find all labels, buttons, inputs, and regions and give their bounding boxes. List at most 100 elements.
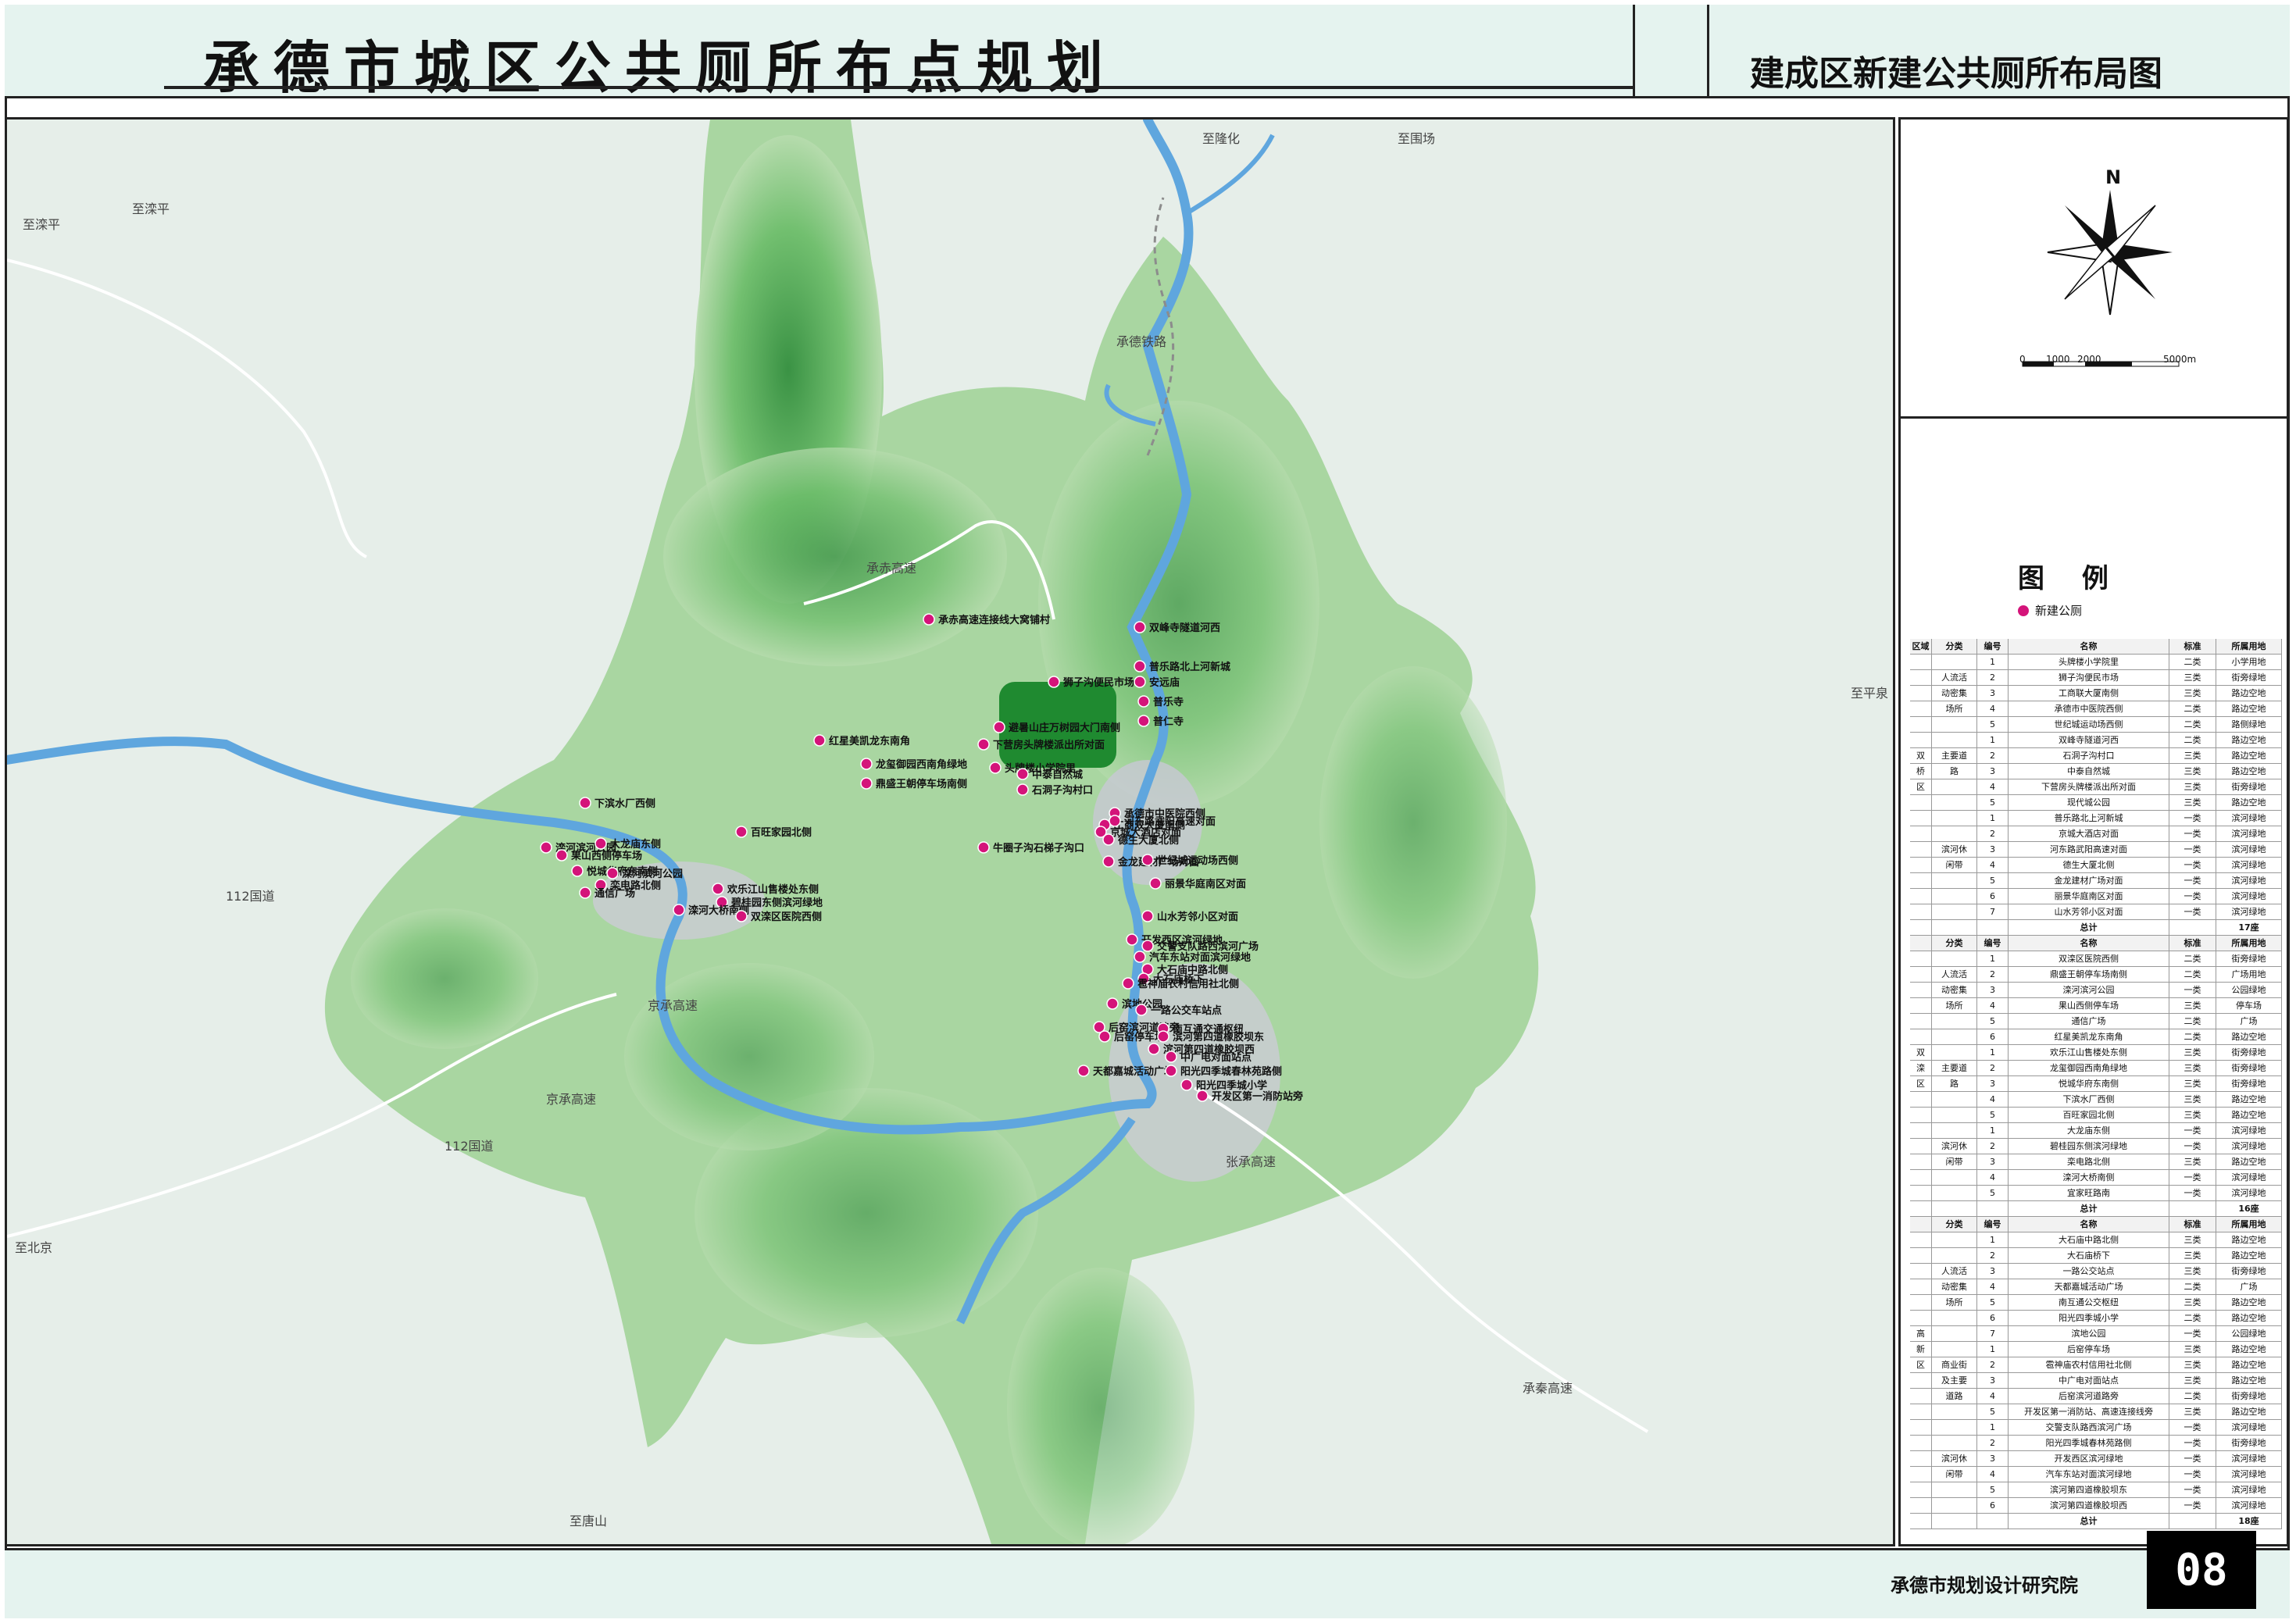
toilet-marker-icon[interactable] xyxy=(1134,951,1146,963)
toilet-marker-icon[interactable] xyxy=(571,865,584,877)
toilet-marker-icon[interactable] xyxy=(1141,940,1154,952)
toilet-marker-icon[interactable] xyxy=(673,904,685,916)
toilet-marker-icon[interactable] xyxy=(923,613,935,626)
toilet-marker-icon[interactable] xyxy=(1134,676,1146,688)
toilet-marker-icon[interactable] xyxy=(977,738,990,751)
toilet-marker[interactable]: 承赤高速连接线大窝铺村 xyxy=(923,613,1050,626)
toilet-marker-icon[interactable] xyxy=(579,797,591,809)
table-cell: 下滨水厂西侧 xyxy=(2009,1092,2169,1107)
map-canvas[interactable]: 至滦平 至滦平 至隆化 至围场 至平泉 至北京 至唐山 京承高速 承赤高速 11… xyxy=(5,117,1895,1546)
table-cell: 路 xyxy=(1932,764,1977,779)
toilet-marker[interactable]: 普乐路北上河新城 xyxy=(1134,660,1230,673)
toilet-marker-icon[interactable] xyxy=(1016,768,1029,780)
toilet-marker-icon[interactable] xyxy=(735,910,748,922)
table-row: 5 现代城公园 三类 路边空地 xyxy=(1910,795,2282,811)
toilet-marker-icon[interactable] xyxy=(1135,1004,1148,1016)
toilet-marker-icon[interactable] xyxy=(1141,854,1154,866)
toilet-marker[interactable]: 牛圈子沟石梯子沟口 xyxy=(977,841,1084,854)
table-cell: 路侧绿地 xyxy=(2216,717,2282,732)
toilet-marker-icon[interactable] xyxy=(813,734,826,747)
table-row: 高 7 滨地公园 一类 公园绿地 xyxy=(1910,1326,2282,1342)
toilet-marker[interactable]: 鼎盛王朝停车场南侧 xyxy=(860,777,967,790)
toilet-marker[interactable]: 下营房头牌楼派出所对面 xyxy=(977,738,1105,751)
toilet-marker-icon[interactable] xyxy=(977,841,990,854)
toilet-marker[interactable]: 通信广场 xyxy=(579,886,635,900)
toilet-marker-icon[interactable] xyxy=(1137,715,1150,727)
toilet-marker[interactable]: 河东路武阳高速对面 xyxy=(1109,815,1216,828)
toilet-marker-icon[interactable] xyxy=(1137,695,1150,708)
toilet-marker[interactable]: 避暑山庄万树园大门南侧 xyxy=(993,721,1120,734)
toilet-marker[interactable]: 红星美凯龙东南角 xyxy=(813,734,910,747)
toilet-marker-icon[interactable] xyxy=(860,777,873,790)
toilet-marker[interactable]: 安远庙 xyxy=(1134,676,1180,689)
table-cell: 小学用地 xyxy=(2216,655,2282,669)
toilet-marker[interactable]: 交警支队路西滨河广场 xyxy=(1141,940,1259,953)
toilet-marker[interactable]: 汽车东站对面滨河绿地 xyxy=(1134,951,1251,964)
toilet-marker-icon[interactable] xyxy=(1106,997,1119,1010)
toilet-marker-icon[interactable] xyxy=(1134,660,1146,672)
table-cell xyxy=(1910,967,1932,982)
table-row: 闲带 4 汽车东站对面滨河绿地 一类 滨河绿地 xyxy=(1910,1467,2282,1482)
toilet-marker[interactable]: 普仁寺 xyxy=(1137,715,1184,728)
table-cell: 三类 xyxy=(2169,1076,2216,1091)
table-cell xyxy=(1910,904,1932,919)
toilet-marker[interactable]: 丽景华庭南区对面 xyxy=(1149,877,1246,890)
toilet-marker-icon[interactable] xyxy=(1109,815,1121,827)
toilet-marker-icon[interactable] xyxy=(1048,676,1060,688)
toilet-marker-icon[interactable] xyxy=(1134,621,1146,633)
toilet-marker-icon[interactable] xyxy=(1122,977,1134,990)
toilet-marker-icon[interactable] xyxy=(595,837,607,850)
toilet-marker-icon[interactable] xyxy=(1102,855,1115,868)
toilet-label: 一路公交车站点 xyxy=(1151,1004,1222,1017)
toilet-marker[interactable]: 开发区第一消防站旁 xyxy=(1196,1090,1303,1103)
toilet-marker[interactable]: 天都嘉城活动广场 xyxy=(1077,1065,1174,1078)
table-cell: 一类 xyxy=(2169,1451,2216,1466)
table-cell xyxy=(2169,1514,2216,1528)
toilet-marker[interactable]: 世纪城运动场西侧 xyxy=(1141,854,1238,867)
toilet-marker-icon[interactable] xyxy=(540,841,552,854)
toilet-marker-icon[interactable] xyxy=(1180,1079,1193,1091)
toilet-marker-icon[interactable] xyxy=(1126,933,1138,946)
table-cell: 滨河绿地 xyxy=(2216,842,2282,857)
toilet-marker[interactable]: 普乐寺 xyxy=(1137,695,1184,708)
table-cell: 1 xyxy=(1977,655,2009,669)
table-cell: 三类 xyxy=(2169,1092,2216,1107)
toilet-marker-icon[interactable] xyxy=(1098,1030,1111,1043)
table-cell: 一类 xyxy=(2169,873,2216,888)
table-cell: 滨河绿地 xyxy=(2216,889,2282,904)
toilet-marker-icon[interactable] xyxy=(1149,877,1162,890)
toilet-marker-icon[interactable] xyxy=(1016,783,1029,796)
toilet-marker[interactable]: 雹神庙农村信用社北侧 xyxy=(1122,977,1239,990)
toilet-marker-icon[interactable] xyxy=(1165,1065,1177,1077)
toilet-marker-icon[interactable] xyxy=(1141,910,1154,922)
toilet-marker-icon[interactable] xyxy=(606,867,619,879)
toilet-marker[interactable]: 山水芳邻小区对面 xyxy=(1141,910,1238,923)
table-cell: 主要道 xyxy=(1932,748,1977,763)
table-cell: 闲带 xyxy=(1932,1467,1977,1482)
table-cell xyxy=(1932,1342,1977,1357)
toilet-marker-icon[interactable] xyxy=(1157,1030,1169,1043)
table-row: 1 交警支队路西滨河广场 一类 滨河绿地 xyxy=(1910,1420,2282,1436)
mountain-ridge xyxy=(1007,1268,1194,1544)
toilet-marker-icon[interactable] xyxy=(555,849,568,861)
toilet-marker[interactable]: 龙玺御园西南角绿地 xyxy=(860,758,967,771)
toilet-marker[interactable]: 欢乐江山售楼处东侧 xyxy=(712,883,819,896)
toilet-marker[interactable]: 阳光四季城春林苑路侧 xyxy=(1165,1065,1282,1078)
table-cell xyxy=(1910,1232,1932,1247)
table-cell: 三类 xyxy=(2169,670,2216,685)
toilet-marker-icon[interactable] xyxy=(712,883,724,895)
toilet-marker[interactable]: 滨河第四道橡胶坝东 xyxy=(1157,1030,1264,1043)
toilet-marker-icon[interactable] xyxy=(989,762,1002,774)
toilet-marker-icon[interactable] xyxy=(1077,1065,1090,1077)
scale-label: 1000 xyxy=(2046,354,2070,365)
table-cell xyxy=(1977,920,2009,935)
toilet-marker-icon[interactable] xyxy=(860,758,873,770)
toilet-marker-icon[interactable] xyxy=(1148,1043,1160,1055)
toilet-marker-icon[interactable] xyxy=(1165,1050,1177,1063)
toilet-marker-icon[interactable] xyxy=(735,826,748,838)
toilet-marker-icon[interactable] xyxy=(1102,833,1115,846)
toilet-marker-icon[interactable] xyxy=(1196,1090,1209,1102)
toilet-marker-icon[interactable] xyxy=(993,721,1005,733)
toilet-marker-icon[interactable] xyxy=(579,886,591,899)
table-cell: 一类 xyxy=(2169,858,2216,872)
